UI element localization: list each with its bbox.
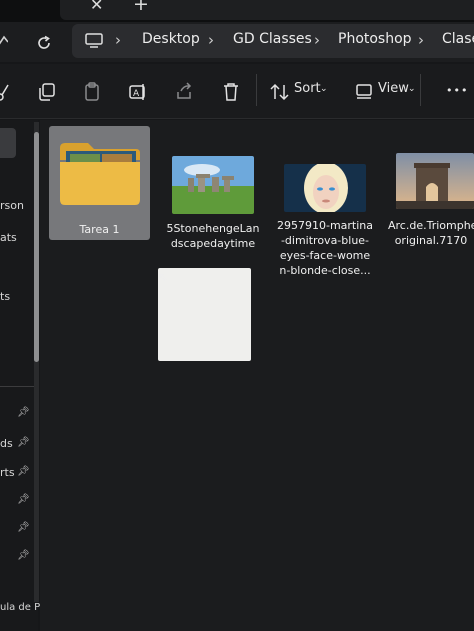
more-options-icon[interactable]: ••• bbox=[446, 84, 468, 97]
delete-icon[interactable] bbox=[221, 82, 241, 102]
file-name-line: dscapedaytime bbox=[170, 237, 256, 250]
cut-icon[interactable] bbox=[0, 82, 14, 102]
close-tab-icon[interactable]: ✕ bbox=[90, 0, 103, 14]
breadcrumb-chevron-icon: › bbox=[208, 31, 214, 49]
pin-icon: 📌︎ bbox=[17, 407, 30, 418]
nav-item[interactable]: ts bbox=[0, 290, 10, 303]
nav-item[interactable]: ats bbox=[0, 231, 17, 244]
breadcrumb-desktop[interactable]: Desktop bbox=[142, 31, 200, 47]
image-thumbnail-stonehenge[interactable] bbox=[172, 156, 254, 214]
nav-item[interactable]: rson bbox=[0, 199, 24, 212]
file-name-arc-de-triomphe[interactable]: Arc.de.Triomphe original.7170 bbox=[388, 218, 474, 248]
toolbar-divider bbox=[420, 74, 421, 106]
pin-icon: 📌︎ bbox=[17, 466, 30, 477]
pin-icon: 📌︎ bbox=[17, 522, 30, 533]
pin-icon: 📌︎ bbox=[17, 550, 30, 561]
sort-button[interactable]: Sort bbox=[294, 81, 321, 96]
nav-scrollbar-thumb[interactable] bbox=[34, 132, 39, 362]
image-thumbnail-portrait[interactable] bbox=[284, 164, 366, 212]
sort-icon[interactable] bbox=[270, 82, 290, 102]
folder-icon[interactable] bbox=[58, 140, 142, 208]
image-thumbnail-blank[interactable] bbox=[158, 268, 251, 361]
breadcrumb-chevron-icon: › bbox=[314, 31, 320, 49]
file-name-line: Arc.de.Triomphe bbox=[388, 219, 474, 232]
svg-text:A: A bbox=[133, 89, 140, 99]
view-icon[interactable] bbox=[355, 82, 375, 102]
image-thumbnail-arc-de-triomphe[interactable] bbox=[396, 153, 474, 209]
file-name-stonehenge[interactable]: 5StonehengeLan dscapedaytime bbox=[160, 221, 266, 251]
pin-icon: 📌︎ bbox=[17, 437, 30, 448]
breadcrumb-clase[interactable]: Clase bbox=[442, 31, 474, 47]
nav-item[interactable]: rts bbox=[0, 466, 15, 479]
file-name-tarea-1[interactable]: Tarea 1 bbox=[49, 222, 150, 237]
nav-selected-item[interactable] bbox=[0, 128, 16, 158]
breadcrumb-photoshop[interactable]: Photoshop bbox=[338, 31, 412, 47]
breadcrumb-chevron-icon: › bbox=[418, 31, 424, 49]
new-tab-icon[interactable]: + bbox=[133, 0, 149, 15]
toolbar-divider bbox=[256, 74, 257, 106]
mouse-cursor-icon: ⇖ bbox=[158, 270, 169, 284]
sort-chevron-down-icon[interactable]: ⌄ bbox=[320, 84, 328, 94]
paste-icon[interactable] bbox=[83, 82, 103, 102]
refresh-icon[interactable] bbox=[36, 35, 52, 51]
active-tab[interactable] bbox=[60, 0, 474, 20]
copy-icon[interactable] bbox=[37, 82, 57, 102]
nav-divider bbox=[0, 386, 34, 387]
file-name-portrait[interactable]: 2957910-martina -dimitrova-blue- eyes-fa… bbox=[272, 218, 378, 278]
breadcrumb-gd-classes[interactable]: GD Classes bbox=[233, 31, 312, 47]
breadcrumb-chevron-icon: › bbox=[115, 31, 121, 49]
file-name-line: 2957910-martina bbox=[276, 219, 374, 232]
rename-icon[interactable]: A bbox=[128, 82, 148, 102]
file-name-line: -dimitrova-blue- bbox=[280, 234, 370, 247]
file-name-line: eyes-face-wome bbox=[279, 249, 371, 262]
this-pc-icon[interactable] bbox=[85, 33, 103, 49]
file-name-line: original.7170 bbox=[394, 234, 468, 247]
share-icon[interactable] bbox=[175, 82, 195, 102]
view-button[interactable]: View bbox=[378, 81, 409, 96]
file-name-line: n-blonde-close... bbox=[279, 264, 371, 277]
file-name-line: 5StonehengeLan bbox=[166, 222, 260, 235]
view-chevron-down-icon[interactable]: ⌄ bbox=[408, 84, 416, 94]
up-arrow-icon[interactable] bbox=[0, 34, 8, 48]
pin-icon: 📌︎ bbox=[17, 494, 30, 505]
nav-item[interactable]: ds bbox=[0, 437, 13, 450]
